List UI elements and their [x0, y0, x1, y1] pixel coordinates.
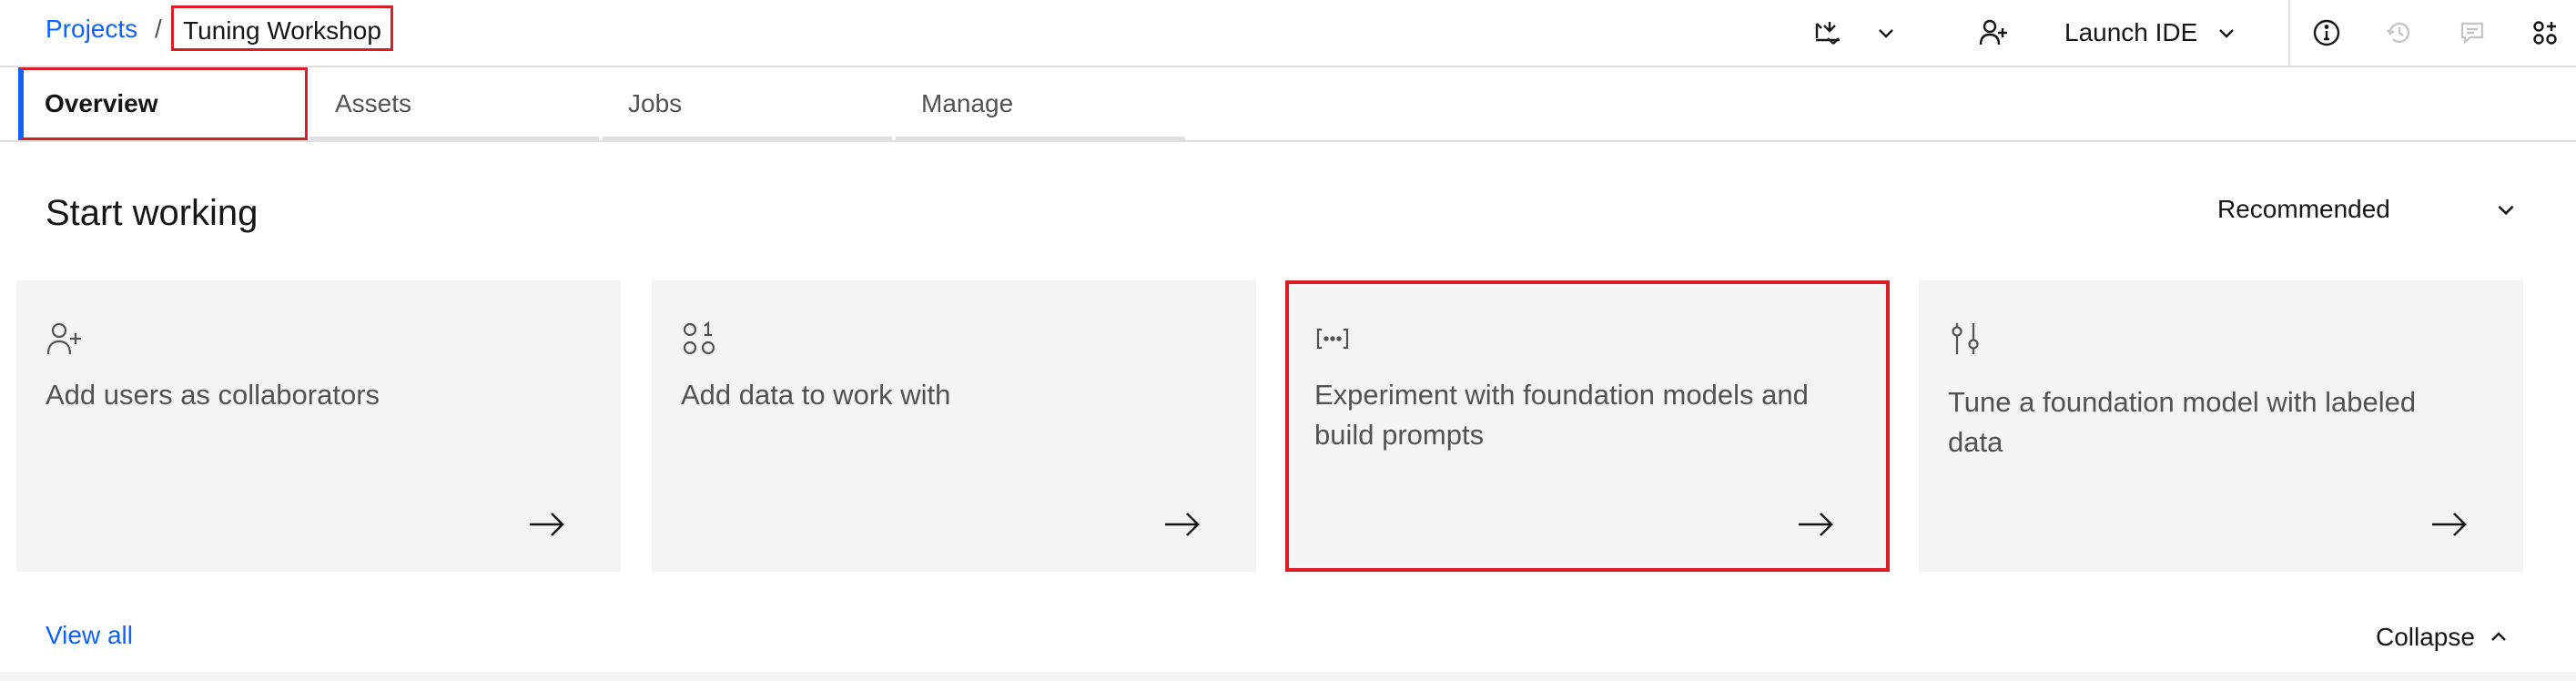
data-icon	[681, 320, 717, 357]
chevron-down-icon	[2216, 22, 2237, 44]
card-text: Add data to work with	[681, 379, 951, 411]
chevron-down-icon	[2494, 198, 2518, 221]
bottom-divider	[0, 672, 2576, 681]
tab-overview[interactable]: Overview	[18, 67, 308, 140]
arrow-right-icon	[2429, 504, 2469, 544]
launch-ide-button[interactable]: Launch IDE	[2064, 15, 2237, 51]
breadcrumb-current-project: Tuning Workshop	[171, 5, 393, 51]
card-add-collaborators[interactable]: Add users as collaborators	[16, 280, 621, 572]
tab-manage[interactable]: Manage	[896, 67, 1185, 140]
header-divider	[2288, 0, 2290, 66]
tab-jobs[interactable]: Jobs	[603, 67, 892, 140]
collapse-button[interactable]: Collapse	[2376, 619, 2510, 656]
view-all-link[interactable]: View all	[46, 621, 133, 650]
prompt-icon	[1314, 320, 1351, 357]
card-experiment-prompts[interactable]: Experiment with foundation models and bu…	[1285, 280, 1890, 572]
tabs-divider	[0, 140, 2576, 142]
info-icon[interactable]	[2308, 15, 2345, 51]
sort-dropdown[interactable]: Recommended	[2217, 189, 2518, 229]
import-export-icon[interactable]	[1810, 15, 1846, 51]
launch-ide-label: Launch IDE	[2064, 18, 2198, 46]
arrow-right-icon	[1795, 504, 1835, 544]
arrow-right-icon	[1161, 504, 1202, 544]
card-add-data[interactable]: Add data to work with	[652, 280, 1256, 572]
apps-icon[interactable]	[2527, 15, 2563, 51]
start-working-title: Start working	[46, 193, 259, 233]
comment-icon[interactable]	[2454, 15, 2490, 51]
card-tune-model[interactable]: Tune a foundation model with labeled dat…	[1919, 280, 2523, 572]
collapse-label: Collapse	[2376, 623, 2475, 651]
card-text: Add users as collaborators	[46, 379, 380, 411]
user-add-icon	[46, 320, 82, 357]
breadcrumb-projects-link[interactable]: Projects	[46, 15, 137, 44]
add-collaborator-icon[interactable]	[1975, 15, 2012, 51]
card-text: Tune a foundation model with labeled dat…	[1948, 386, 2417, 458]
chevron-down-icon[interactable]	[1868, 15, 1904, 51]
chevron-up-icon	[2488, 626, 2510, 648]
arrow-right-icon	[526, 504, 566, 544]
card-text: Experiment with foundation models and bu…	[1314, 379, 1809, 451]
history-icon[interactable]	[2381, 15, 2418, 51]
breadcrumb-separator: /	[155, 15, 162, 43]
tune-sliders-icon	[1948, 320, 1984, 357]
sort-dropdown-value: Recommended	[2217, 195, 2390, 223]
top-header: Projects / Tuning Workshop Launch IDE	[0, 0, 2576, 67]
tab-assets[interactable]: Assets	[309, 67, 599, 140]
